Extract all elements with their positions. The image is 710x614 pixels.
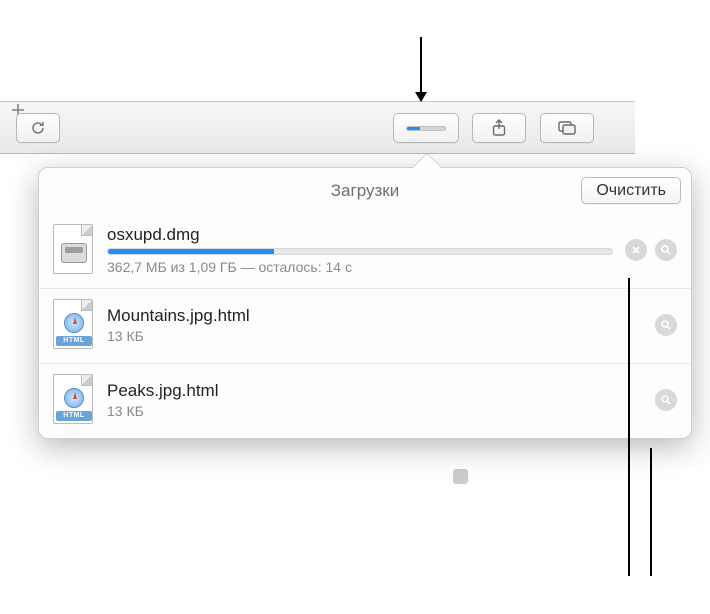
downloads-progress-icon	[406, 126, 446, 131]
safari-compass-icon	[64, 388, 84, 408]
download-status: 362,7 МБ из 1,09 ГБ — осталось: 14 с	[107, 259, 613, 275]
file-page	[53, 224, 93, 274]
html-badge: HTML	[56, 411, 92, 421]
reveal-in-finder-button[interactable]	[655, 389, 677, 411]
download-name: osxupd.dmg	[107, 225, 613, 245]
reload-button[interactable]	[16, 113, 60, 143]
share-button[interactable]	[472, 113, 526, 143]
download-progress-fill	[108, 249, 274, 254]
callout-line-toolbar	[420, 37, 422, 101]
file-page: HTML	[53, 299, 93, 349]
popover-title: Загрузки	[331, 181, 399, 201]
download-name: Peaks.jpg.html	[107, 381, 643, 401]
download-item: osxupd.dmg 362,7 МБ из 1,09 ГБ — осталос…	[39, 214, 691, 288]
cancel-download-button[interactable]	[625, 239, 647, 261]
tabs-button[interactable]	[540, 113, 594, 143]
toolbar	[0, 101, 635, 154]
clear-button[interactable]: Очистить	[581, 177, 681, 204]
download-item: HTML Mountains.jpg.html 13 КБ	[39, 288, 691, 363]
downloads-progress-fill	[407, 127, 420, 130]
download-body: Peaks.jpg.html 13 КБ	[107, 381, 643, 419]
download-status: 13 КБ	[107, 328, 643, 344]
download-progress-bar	[107, 248, 613, 255]
file-icon-dmg	[53, 224, 95, 276]
reload-icon	[30, 120, 46, 136]
disk-image-icon	[61, 243, 87, 263]
downloads-button[interactable]	[393, 113, 459, 143]
page-fold-icon	[81, 374, 93, 386]
html-badge: HTML	[56, 336, 92, 346]
download-item: HTML Peaks.jpg.html 13 КБ	[39, 363, 691, 438]
scrollbar-corner[interactable]	[453, 469, 468, 484]
stage: Загрузки Очистить osxupd.dmg 362,7 МБ из…	[0, 0, 710, 614]
page-fold-icon	[81, 224, 93, 236]
downloads-list: osxupd.dmg 362,7 МБ из 1,09 ГБ — осталос…	[39, 214, 691, 438]
callout-line-cancel	[628, 278, 630, 576]
popover-header: Загрузки Очистить	[39, 168, 691, 214]
magnifier-icon	[660, 244, 672, 256]
close-icon	[631, 245, 641, 255]
download-status: 13 КБ	[107, 403, 643, 419]
downloads-popover: Загрузки Очистить osxupd.dmg 362,7 МБ из…	[38, 167, 692, 439]
safari-compass-icon	[64, 313, 84, 333]
file-icon-html: HTML	[53, 374, 95, 426]
reveal-in-finder-button[interactable]	[655, 314, 677, 336]
file-page: HTML	[53, 374, 93, 424]
page-fold-icon	[81, 299, 93, 311]
download-actions	[655, 314, 677, 336]
download-actions	[655, 389, 677, 411]
download-body: Mountains.jpg.html 13 КБ	[107, 306, 643, 344]
tabs-icon	[557, 120, 577, 136]
reveal-in-finder-button[interactable]	[655, 239, 677, 261]
download-name: Mountains.jpg.html	[107, 306, 643, 326]
magnifier-icon	[660, 319, 672, 331]
download-body: osxupd.dmg 362,7 МБ из 1,09 ГБ — осталос…	[107, 225, 613, 275]
file-icon-html: HTML	[53, 299, 95, 351]
callout-line-reveal	[650, 448, 652, 576]
download-actions	[625, 239, 677, 261]
share-icon	[491, 119, 507, 137]
magnifier-icon	[660, 394, 672, 406]
